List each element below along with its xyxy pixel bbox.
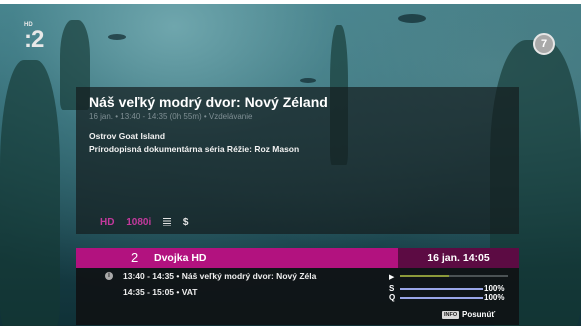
current-datetime: 16 jan. 14:05: [398, 248, 519, 268]
signal-quality-fill: [400, 297, 483, 299]
program-title: Náš veľký modrý dvor: Nový Zéland: [89, 94, 328, 110]
fish-decor: [300, 78, 316, 83]
next-event[interactable]: 14:35 - 15:05 • VAT: [123, 287, 197, 297]
channel-logo-badge: HD: [24, 22, 33, 28]
play-icon: ▶: [389, 274, 395, 281]
channel-number: 2: [131, 250, 139, 265]
event-progress-bar: [400, 275, 508, 277]
price-icon: $: [182, 217, 189, 228]
info-icon: i: [105, 272, 113, 280]
move-label: Posunúť: [462, 310, 496, 319]
channel-bar[interactable]: 2 Dvojka HD 16 jan. 14:05: [76, 248, 519, 268]
tv-screen: HD :2 7 Náš veľký modrý dvor: Nový Zélan…: [0, 0, 581, 332]
signal-quality-bar: [400, 297, 483, 299]
program-badges: HD 1080i $: [100, 217, 197, 228]
info-key-icon[interactable]: INFO: [442, 311, 460, 319]
signal-strength-value: 100%: [484, 284, 505, 293]
resolution-badge: 1080i: [126, 217, 152, 228]
channel-logo-text: :2: [24, 26, 44, 53]
fish-decor: [108, 34, 126, 40]
channel-logo: HD :2: [24, 22, 44, 54]
epg-panel: i 13:40 - 14:35 • Náš veľký modrý dvor: …: [76, 268, 519, 325]
program-description-line2: Prírodopisná dokumentárna séria Réžie: R…: [89, 144, 300, 154]
signal-quality-label: Q: [389, 293, 396, 302]
signal-strength-label: S: [389, 284, 395, 293]
program-schedule-line: 16 jan. • 13:40 - 14:35 (0h 55m) • Vzdel…: [89, 112, 253, 121]
frame-border-bottom: [0, 326, 581, 332]
event-progress-fill: [400, 275, 449, 277]
signal-quality-value: 100%: [484, 293, 505, 302]
signal-strength-bar: [400, 288, 483, 290]
program-info-panel: Náš veľký modrý dvor: Nový Zéland 16 jan…: [76, 87, 519, 234]
frame-border-top: [0, 0, 581, 4]
signal-strength-fill: [400, 288, 483, 290]
fish-decor: [398, 14, 426, 23]
channel-name: Dvojka HD: [154, 252, 207, 264]
seaweed-decor: [0, 60, 60, 330]
hd-badge: HD: [100, 217, 115, 228]
current-event[interactable]: 13:40 - 14:35 • Náš veľký modrý dvor: No…: [123, 271, 316, 281]
program-description-line1: Ostrov Goat Island: [89, 131, 166, 141]
subtitles-icon: [163, 218, 172, 226]
notification-badge[interactable]: 7: [533, 33, 555, 55]
